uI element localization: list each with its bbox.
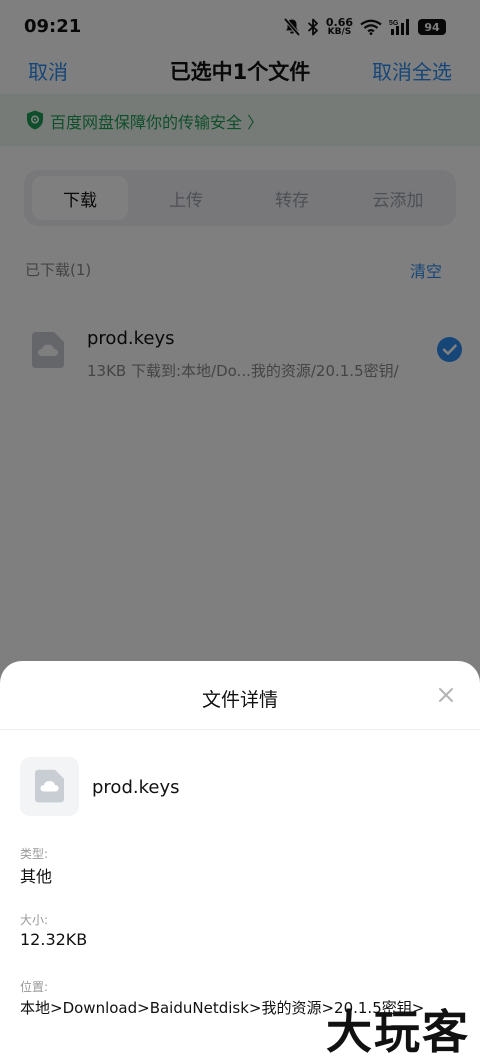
location-label: 位置:	[20, 980, 49, 994]
size-label: 大小:	[20, 913, 49, 927]
file-icon	[35, 769, 64, 803]
close-icon[interactable]	[434, 683, 458, 707]
size-value: 12.32KB	[20, 930, 88, 949]
type-value: 其他	[20, 867, 53, 886]
watermark-logo: 大玩客	[326, 1005, 470, 1056]
type-label: 类型:	[20, 847, 49, 861]
file-thumbnail	[20, 757, 79, 816]
sheet-file-name: prod.keys	[92, 777, 180, 798]
divider	[0, 729, 480, 730]
sheet-title: 文件详情	[201, 689, 278, 711]
